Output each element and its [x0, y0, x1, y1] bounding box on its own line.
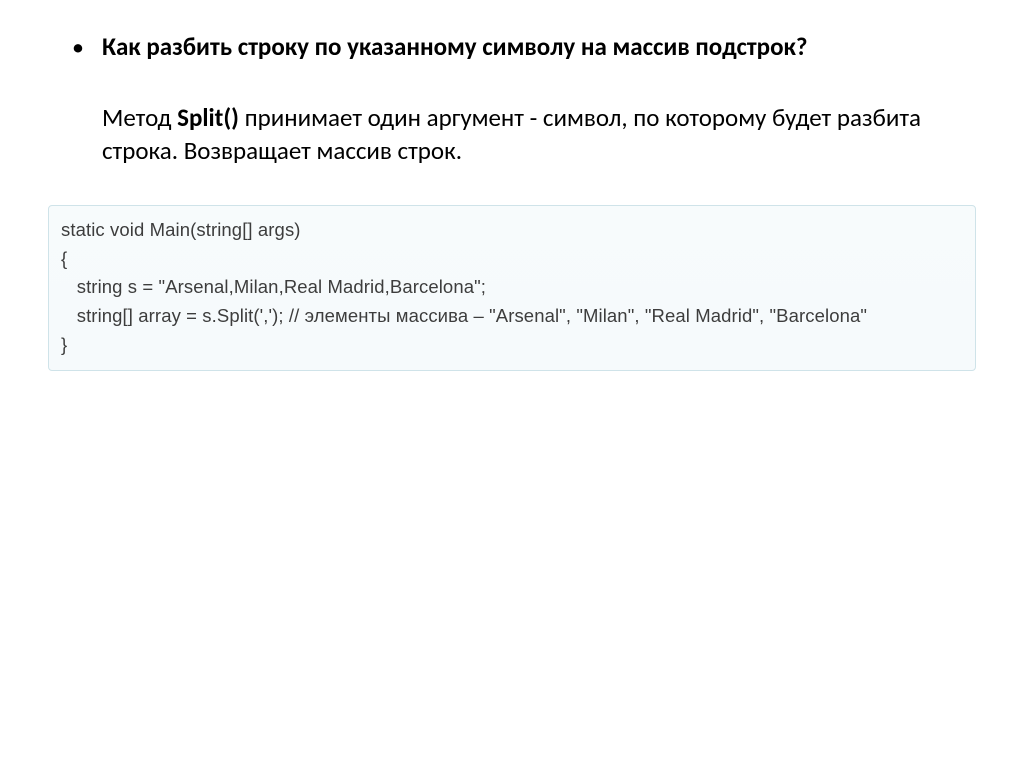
answer-text: Метод Split() принимает один аргумент - …	[102, 101, 976, 167]
bullet-content: Как разбить строку по указанному символу…	[102, 30, 976, 167]
code-line: }	[61, 331, 963, 360]
bullet-marker: •	[72, 30, 84, 167]
code-line: {	[61, 245, 963, 274]
answer-method: Split()	[177, 102, 239, 133]
code-line: string s = "Arsenal,Milan,Real Madrid,Ba…	[61, 273, 963, 302]
code-line: string[] array = s.Split(','); // элемен…	[61, 302, 963, 331]
question-text: Как разбить строку по указанному символу…	[102, 30, 976, 63]
code-line: static void Main(string[] args)	[61, 216, 963, 245]
bullet-item: • Как разбить строку по указанному симво…	[48, 30, 976, 167]
code-block: static void Main(string[] args) { string…	[48, 205, 976, 371]
answer-prefix: Метод	[102, 102, 177, 133]
